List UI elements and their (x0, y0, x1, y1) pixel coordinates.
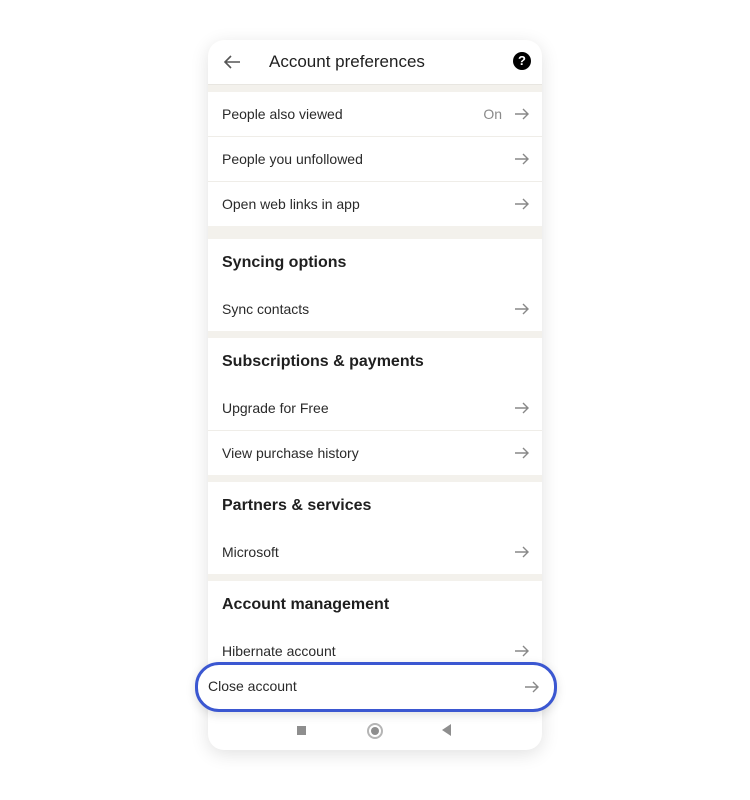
item-label: Close account (208, 678, 297, 694)
help-icon[interactable]: ? (513, 52, 531, 70)
item-label: View purchase history (222, 445, 359, 461)
arrow-right-icon (515, 153, 529, 165)
arrow-right-icon (525, 681, 539, 693)
item-label: People you unfollowed (222, 151, 363, 167)
arrow-right-icon (515, 198, 529, 210)
section-title: Syncing options (208, 239, 542, 287)
list-item-upgrade[interactable]: Upgrade for Free (208, 386, 542, 431)
arrow-right-icon (515, 303, 529, 315)
section-title: Partners & services (208, 482, 542, 530)
item-value: On (483, 106, 502, 122)
partners-section: Partners & services Microsoft (208, 482, 542, 574)
list-item-sync-contacts[interactable]: Sync contacts (208, 287, 542, 331)
item-label: Sync contacts (222, 301, 310, 317)
section-title: Account management (208, 581, 542, 629)
section-title-text: Account management (222, 596, 390, 613)
arrow-right-icon (515, 546, 529, 558)
home-icon[interactable] (367, 723, 383, 739)
general-section: People also viewed On People you unfollo… (208, 92, 542, 226)
item-label: Hibernate account (222, 643, 336, 659)
list-item-open-web-links[interactable]: Open web links in app (208, 182, 542, 226)
nav-back-icon[interactable] (442, 724, 451, 736)
item-label: Open web links in app (222, 196, 360, 212)
close-account-button[interactable]: Close account (195, 662, 557, 712)
recents-icon[interactable] (297, 726, 306, 735)
item-label: People also viewed (222, 106, 343, 122)
list-item-microsoft[interactable]: Microsoft (208, 530, 542, 574)
back-arrow-icon[interactable] (220, 50, 244, 74)
section-title-text: Syncing options (222, 254, 347, 271)
subscriptions-section: Subscriptions & payments Upgrade for Fre… (208, 338, 542, 475)
app-header: Account preferences ? (208, 40, 542, 85)
list-item-people-also-viewed[interactable]: People also viewed On (208, 92, 542, 137)
list-item-people-unfollowed[interactable]: People you unfollowed (208, 137, 542, 182)
section-title-text: Partners & services (222, 497, 372, 514)
section-title: Subscriptions & payments (208, 338, 542, 386)
item-label: Upgrade for Free (222, 400, 329, 416)
phone-screen: Account preferences ? People also viewed… (208, 40, 542, 750)
list-item-purchase-history[interactable]: View purchase history (208, 431, 542, 475)
section-title-text: Subscriptions & payments (222, 353, 424, 370)
arrow-right-icon (515, 447, 529, 459)
arrow-right-icon (515, 645, 529, 657)
arrow-right-icon (515, 108, 529, 120)
item-label: Microsoft (222, 544, 279, 560)
management-section: Account management Hibernate account (208, 581, 542, 673)
page-title: Account preferences (269, 52, 425, 71)
arrow-right-icon (515, 402, 529, 414)
system-nav-bar (208, 706, 542, 750)
syncing-section: Syncing options Sync contacts (208, 239, 542, 331)
